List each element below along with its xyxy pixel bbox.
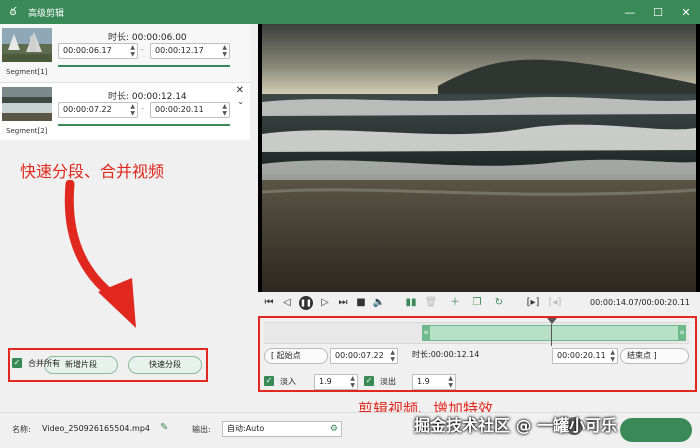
set-start-button[interactable]: [ 起始点 bbox=[264, 348, 328, 364]
segment-label-1: Segment[1] bbox=[6, 68, 48, 76]
output-select[interactable]: 自动:Auto ⚙ bbox=[222, 421, 342, 437]
timeline-track[interactable]: ≡ ≡ bbox=[264, 322, 689, 344]
fade-in-checkbox[interactable]: ✓ bbox=[264, 376, 274, 386]
playhead[interactable] bbox=[547, 318, 557, 348]
annotation-left: 快速分段、合并视频 bbox=[20, 162, 165, 181]
chevron-down-icon[interactable]: ⌄ bbox=[237, 97, 244, 106]
segment-progress-line-2 bbox=[58, 124, 230, 126]
segment-item-2[interactable]: Segment[2] 时长: 00:00:12.14 00:00:07.22 ▲… bbox=[0, 82, 250, 140]
volume-icon[interactable]: 🔈 bbox=[372, 296, 386, 310]
fade-out-label: 淡出 bbox=[380, 377, 396, 386]
step-forward-icon[interactable]: ▷ bbox=[318, 296, 332, 310]
output-label: 输出: bbox=[192, 425, 211, 434]
pencil-icon[interactable]: ✎ bbox=[160, 422, 168, 433]
segment-label-2: Segment[2] bbox=[6, 127, 48, 135]
timeline-right-handle[interactable]: ≡ bbox=[678, 325, 686, 341]
split-icon[interactable]: ▮▮ bbox=[404, 296, 418, 310]
segment-end-field-2[interactable]: 00:00:20.11 ▲ ▼ bbox=[150, 102, 230, 118]
segment-item-1[interactable]: Segment[1] 时长: 00:00:06.00 00:00:06.17 ▲… bbox=[0, 24, 250, 82]
fade-in-field[interactable]: 1.9 ▲ ▼ bbox=[314, 374, 358, 390]
delete-icon[interactable]: 🗑 bbox=[424, 296, 438, 310]
go-to-end-icon[interactable]: ⏭ bbox=[336, 296, 350, 310]
stepper-icon[interactable]: ▲ ▼ bbox=[448, 375, 453, 389]
segment-start-field-2[interactable]: 00:00:07.22 ▲ ▼ bbox=[58, 102, 138, 118]
maximize-button[interactable]: ☐ bbox=[644, 0, 672, 24]
segment-delete-icon[interactable]: ✕ bbox=[236, 85, 244, 96]
stepper-icon[interactable]: ▲ ▼ bbox=[350, 375, 355, 389]
mark-in-icon[interactable]: [▸] bbox=[526, 296, 540, 310]
stepper-icon[interactable]: ▲ ▼ bbox=[222, 44, 227, 58]
fade-out-checkbox[interactable]: ✓ bbox=[364, 376, 374, 386]
stepper-icon[interactable]: ▲ ▼ bbox=[610, 349, 615, 363]
playback-timecode: 00:00:14.07/00:00:20.11 bbox=[590, 298, 690, 307]
step-back-icon[interactable]: ◁ bbox=[280, 296, 294, 310]
window-title: 高级剪辑 bbox=[28, 8, 65, 19]
fade-in-label: 淡入 bbox=[280, 377, 296, 386]
stepper-icon[interactable]: ▲ ▼ bbox=[222, 103, 227, 117]
watermark-text: 掘金技术社区 @ 一罐小可乐 bbox=[414, 416, 618, 435]
segment-thumbnail-1 bbox=[2, 28, 52, 62]
segment-thumbnail-2 bbox=[2, 87, 52, 121]
copy-icon[interactable]: ❐ bbox=[470, 296, 484, 310]
app-logo-icon: ఠ bbox=[9, 5, 17, 18]
add-icon[interactable]: ＋ bbox=[448, 296, 462, 310]
stepper-icon[interactable]: ▲ ▼ bbox=[390, 349, 395, 363]
refresh-icon[interactable]: ↻ bbox=[492, 296, 506, 310]
merge-all-label: 合并所有 bbox=[28, 359, 60, 368]
minimize-button[interactable]: — bbox=[616, 0, 644, 24]
mark-out-icon[interactable]: [◂] bbox=[548, 296, 562, 310]
segment-duration-2: 时长: 00:00:12.14 bbox=[108, 92, 187, 102]
quick-split-button[interactable]: 快速分段 bbox=[128, 356, 202, 374]
stepper-icon[interactable]: ▲ ▼ bbox=[130, 44, 135, 58]
segment-duration-1: 时长: 00:00:06.00 bbox=[108, 33, 187, 43]
file-name: Video_250926165504.mp4 bbox=[42, 424, 150, 433]
annotation-arrow-icon bbox=[64, 180, 136, 328]
name-label: 名称: bbox=[12, 425, 31, 434]
export-button[interactable] bbox=[620, 418, 692, 442]
gear-icon[interactable]: ⚙ bbox=[330, 422, 338, 436]
end-time-field[interactable]: 00:00:20.11 ▲ ▼ bbox=[552, 348, 618, 364]
edit-duration: 时长:00:00:12.14 bbox=[412, 350, 480, 359]
title-bar: ఠ 高级剪辑 — ☐ ✕ bbox=[0, 0, 700, 24]
stepper-icon[interactable]: ▲ ▼ bbox=[130, 103, 135, 117]
timeline-left-handle[interactable]: ≡ bbox=[422, 325, 430, 341]
video-preview[interactable] bbox=[258, 24, 700, 292]
close-window-button[interactable]: ✕ bbox=[672, 0, 700, 24]
fade-out-field[interactable]: 1.9 ▲ ▼ bbox=[412, 374, 456, 390]
stop-icon[interactable]: ■ bbox=[354, 296, 368, 310]
segment-progress-line-1 bbox=[58, 65, 230, 67]
go-to-start-icon[interactable]: ⏮ bbox=[262, 296, 276, 310]
set-end-button[interactable]: 结束点 ] bbox=[620, 348, 689, 364]
segment-end-field-1[interactable]: 00:00:12.17 ▲ ▼ bbox=[150, 43, 230, 59]
segment-start-field-1[interactable]: 00:00:06.17 ▲ ▼ bbox=[58, 43, 138, 59]
pause-button[interactable]: ❚❚ bbox=[299, 296, 313, 310]
start-time-field[interactable]: 00:00:07.22 ▲ ▼ bbox=[330, 348, 398, 364]
merge-all-checkbox[interactable]: ✓ bbox=[12, 358, 22, 368]
